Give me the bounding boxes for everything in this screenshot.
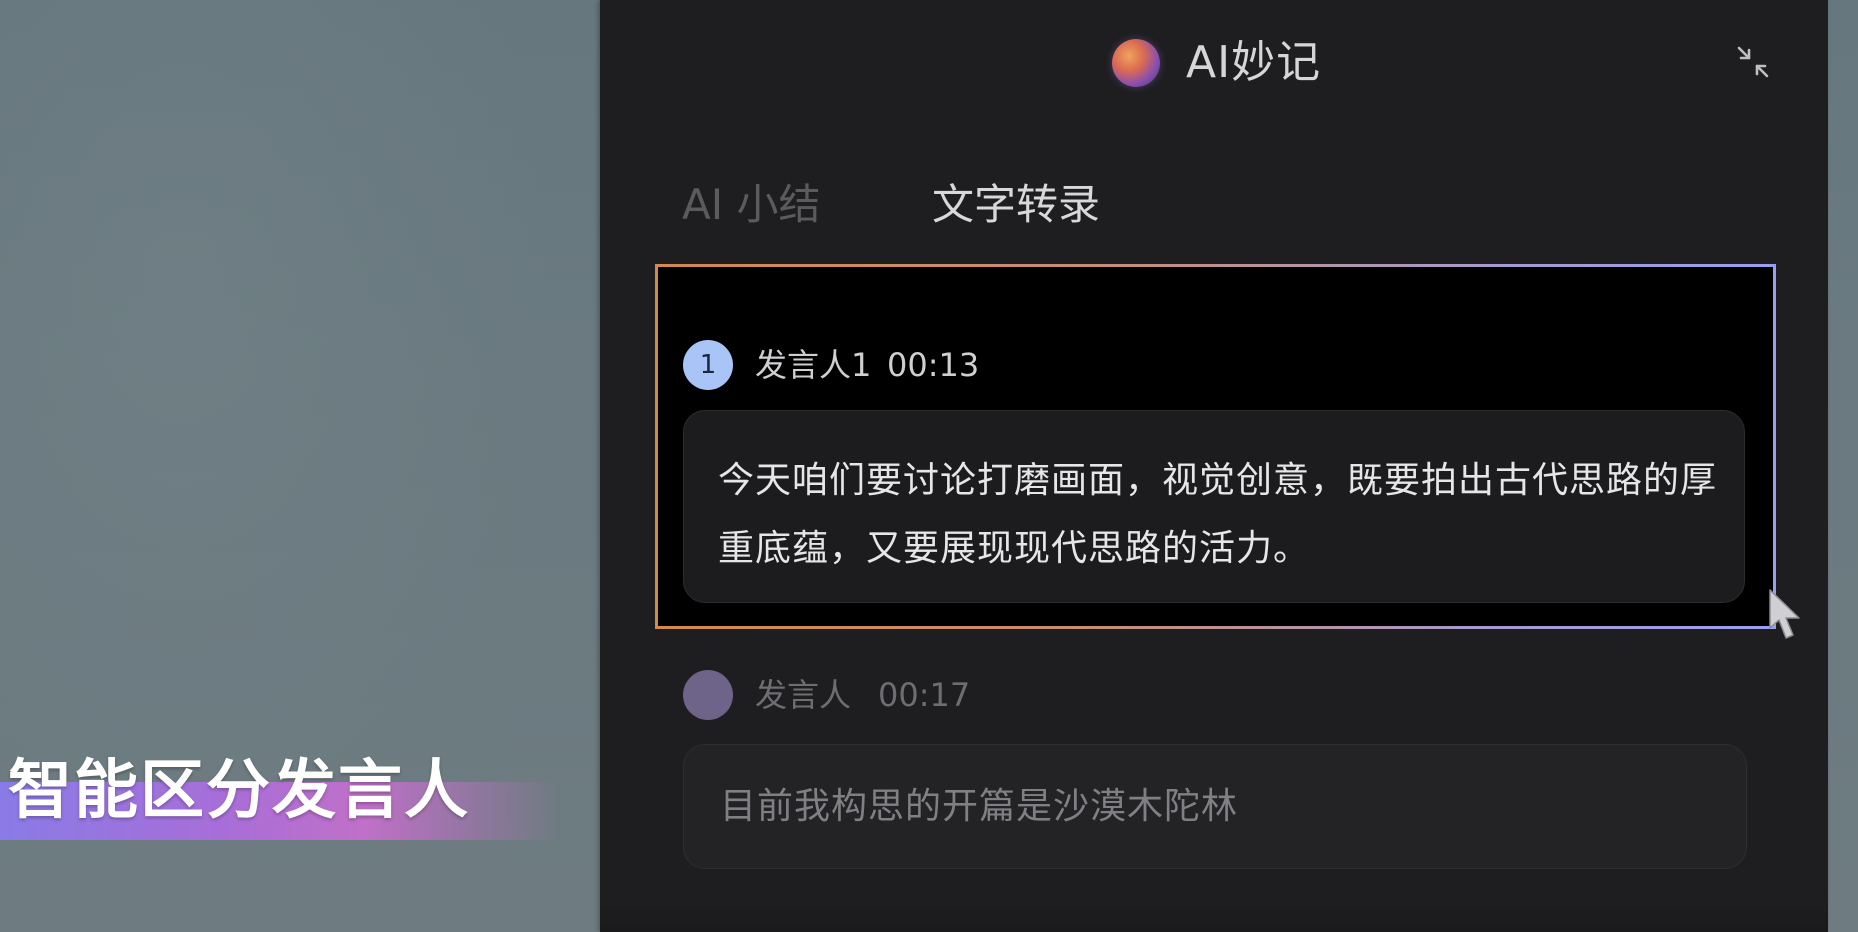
timestamp: 00:17 [878, 676, 971, 714]
transcript-bubble[interactable]: 目前我构思的开篇是沙漠木陀林 [683, 744, 1747, 869]
tab-transcript[interactable]: 文字转录 [932, 175, 1100, 235]
collapse-icon[interactable] [1733, 42, 1773, 82]
transcript-text: 目前我构思的开篇是沙漠木陀林 [720, 786, 1239, 827]
speaker-avatar: 1 [683, 340, 733, 390]
speaker-name: 发言人1 [755, 346, 872, 384]
caption-text: 智能区分发言人 [8, 754, 470, 828]
highlight-inner: 1 发言人1 00:13 今天咱们要讨论打磨画面，视觉创意，既要拍出古代思路的厚… [658, 267, 1773, 626]
tab-ai-summary[interactable]: AI 小结 [682, 175, 820, 235]
highlighted-transcript-entry: 1 发言人1 00:13 今天咱们要讨论打磨画面，视觉创意，既要拍出古代思路的厚… [655, 264, 1776, 629]
timestamp: 00:13 [887, 346, 980, 384]
bottom-fade [600, 900, 1828, 932]
app-title: AI妙记 [1186, 37, 1322, 88]
speaker-avatar [683, 670, 733, 720]
panel-header: AI妙记 [600, 0, 1828, 130]
speaker-row: 发言人 00:17 [683, 670, 1083, 720]
logo-orb-icon [1112, 39, 1160, 87]
transcript-text: 今天咱们要讨论打磨画面，视觉创意，既要拍出古代思路的厚重底蕴，又要展现现代思路的… [718, 460, 1718, 569]
transcript-bubble[interactable]: 今天咱们要讨论打磨画面，视觉创意，既要拍出古代思路的厚重底蕴，又要展现现代思路的… [683, 410, 1745, 603]
speaker-row: 1 发言人1 00:13 [683, 340, 1083, 390]
speaker-name: 发言人 [755, 676, 852, 714]
mouse-cursor-icon [1769, 589, 1800, 639]
